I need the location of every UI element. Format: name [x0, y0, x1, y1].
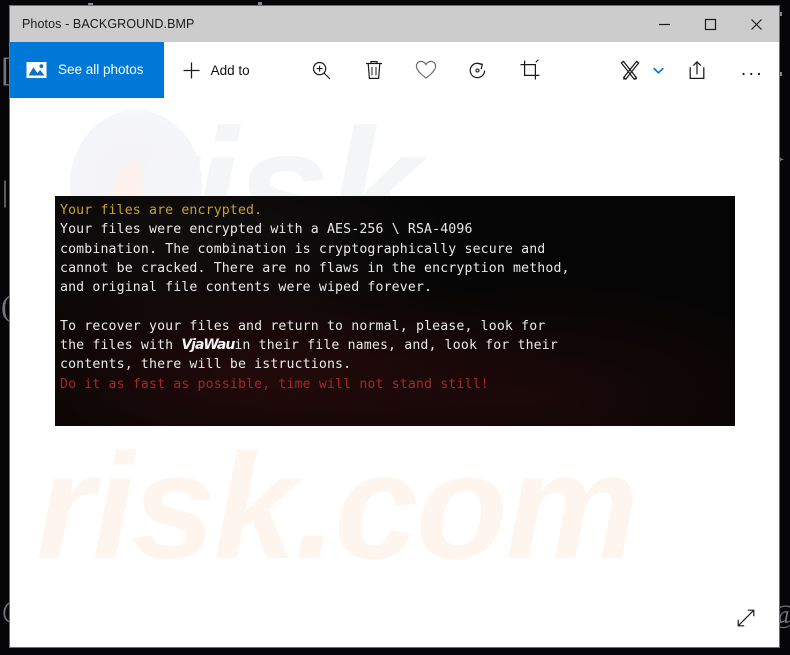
- window-title: Photos - BACKGROUND.BMP: [22, 17, 195, 31]
- share-button[interactable]: [671, 42, 723, 98]
- zoom-button[interactable]: [296, 42, 348, 98]
- maximize-button[interactable]: [687, 6, 733, 42]
- desktop-background: [ | ( @ } @ Photos - BACKGROUND.BMP: [0, 0, 790, 655]
- ellipsis-icon: ...: [740, 59, 765, 80]
- maximize-icon: [704, 18, 716, 30]
- see-all-photos-label: See all photos: [58, 62, 144, 78]
- magnifier-plus-icon: [312, 61, 331, 79]
- close-icon: [750, 18, 762, 30]
- toolbar-gap: [268, 42, 296, 98]
- crop-button[interactable]: [504, 42, 556, 98]
- photo-viewer-canvas[interactable]: risk risk.com Your files are encrypted. …: [10, 98, 779, 647]
- app-toolbar: See all photos Add to ...: [10, 42, 779, 98]
- watermark-bottom: risk.com: [36, 422, 639, 590]
- note-line-heading: Your files are encrypted.: [60, 203, 263, 218]
- ransom-note-text: Your files are encrypted. Your files wer…: [60, 201, 735, 394]
- fullscreen-button[interactable]: [731, 603, 761, 633]
- ransom-note-image: Your files are encrypted. Your files wer…: [55, 196, 735, 426]
- note-line-2: Your files were encrypted with a AES-256…: [60, 222, 473, 238]
- note-line-7b: in their file names, and, look for their: [234, 338, 558, 354]
- note-line-9: Do it as fast as possible, time will not…: [60, 376, 489, 392]
- favorite-button[interactable]: [400, 42, 452, 98]
- crop-icon: [520, 59, 540, 80]
- desktop-glyph: |: [2, 175, 9, 208]
- diagonal-arrows-expand-icon: [737, 609, 755, 627]
- close-button[interactable]: [733, 6, 779, 42]
- share-icon: [689, 61, 705, 80]
- see-all-photos-button[interactable]: See all photos: [10, 42, 164, 98]
- note-extension-handwritten: VjaWau: [181, 337, 235, 354]
- note-line-4: cannot be cracked. There are no flaws in…: [60, 260, 570, 276]
- pen-pencil-icon: [620, 60, 640, 81]
- heart-icon: [415, 60, 436, 79]
- trash-icon: [365, 61, 382, 79]
- add-to-label: Add to: [210, 62, 250, 78]
- minimize-icon: [658, 23, 670, 25]
- toolbar-flex-gap: [556, 42, 604, 98]
- rotate-button[interactable]: [452, 42, 504, 98]
- note-line-6: To recover your files and return to norm…: [60, 318, 546, 334]
- note-line-7a: the files with: [60, 338, 182, 354]
- note-line-8: contents, there will be istructions.: [60, 357, 352, 373]
- minimize-button[interactable]: [641, 6, 687, 42]
- window-titlebar[interactable]: Photos - BACKGROUND.BMP: [10, 6, 779, 42]
- add-to-button[interactable]: Add to: [164, 42, 268, 98]
- draw-icon-wrap[interactable]: [604, 42, 656, 98]
- desktop-marker: [258, 2, 262, 5]
- plus-icon: [183, 62, 200, 78]
- chevron-down-icon[interactable]: [652, 64, 665, 77]
- rotate-icon: [469, 62, 486, 78]
- draw-button[interactable]: [604, 42, 671, 98]
- photo-mountain-icon: [26, 62, 47, 78]
- note-line-3: combination. The combination is cryptogr…: [60, 241, 546, 257]
- more-options-button[interactable]: ...: [723, 42, 779, 98]
- note-line-5: and original file contents were wiped fo…: [60, 280, 433, 296]
- photos-app-window: Photos - BACKGROUND.BMP See all photos A…: [10, 6, 779, 647]
- delete-button[interactable]: [348, 42, 400, 98]
